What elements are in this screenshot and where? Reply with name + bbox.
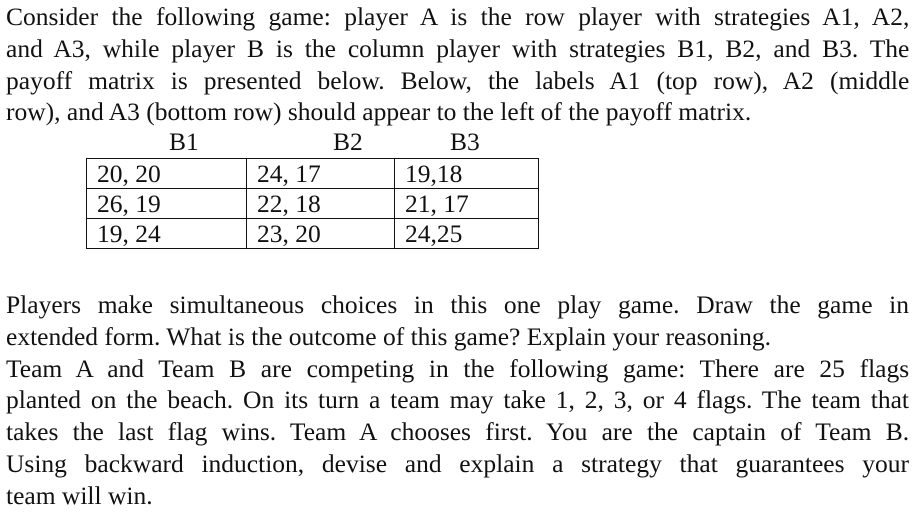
table-row: 19, 24 23, 20 24,25 — [86, 218, 539, 249]
intro-line: row), and A3 (bottom row) should appear … — [6, 97, 752, 127]
column-header-b2: B2 — [333, 127, 363, 156]
intro-paragraph: Consider the following game: player A is… — [6, 1, 909, 128]
question-line: planted on the beach. On its turn a team… — [6, 385, 909, 415]
payoff-cell: 20, 20 — [86, 158, 247, 189]
table-row: 20, 20 24, 17 19,18 — [86, 158, 539, 189]
question-line: Using backward induction, devise and exp… — [6, 448, 909, 478]
question-line: takes the last flag wins. Team A chooses… — [6, 417, 910, 447]
payoff-column-headers: B1 B2 B3 — [0, 127, 600, 157]
payoff-cell: 19, 24 — [86, 218, 247, 249]
question-line: team will win. — [6, 480, 153, 510]
questions-paragraph: Players make simultaneous choices in thi… — [6, 289, 909, 512]
payoff-matrix-table: 20, 20 24, 17 19,18 26, 19 22, 18 21, 17… — [86, 158, 539, 249]
payoff-cell: 24,25 — [394, 218, 539, 249]
question-line: Team A and Team B are competing in the f… — [6, 353, 910, 383]
intro-line: and A3, while player B is the column pla… — [6, 33, 910, 63]
payoff-cell: 24, 17 — [246, 158, 395, 189]
payoff-cell: 19,18 — [394, 158, 539, 189]
question-line: Players make simultaneous choices in thi… — [6, 290, 909, 319]
column-header-b3: B3 — [450, 127, 480, 156]
payoff-cell: 22, 18 — [246, 188, 395, 219]
table-row: 26, 19 22, 18 21, 17 — [86, 188, 539, 219]
payoff-cell: 21, 17 — [394, 188, 539, 219]
question-line: extended form. What is the outcome of th… — [6, 321, 772, 351]
payoff-cell: 26, 19 — [86, 188, 247, 219]
column-header-b1: B1 — [169, 127, 199, 156]
payoff-cell: 23, 20 — [246, 218, 395, 249]
intro-line: Consider the following game: player A is… — [6, 2, 910, 31]
intro-line: payoff matrix is presented below. Below,… — [6, 65, 910, 95]
